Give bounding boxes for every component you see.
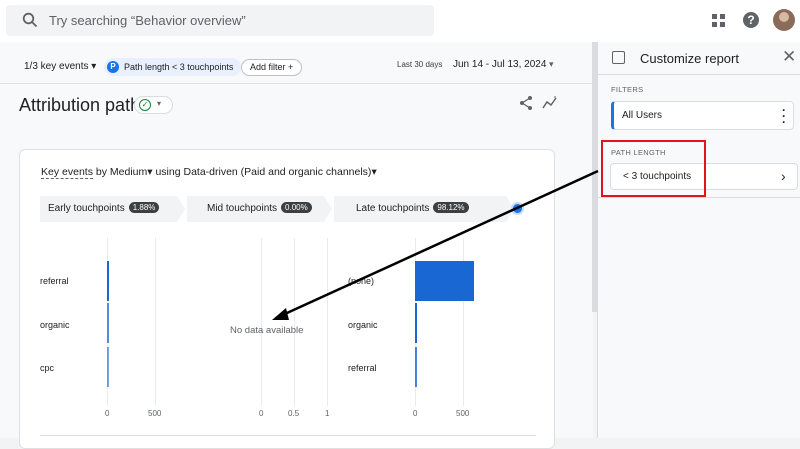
- avatar[interactable]: [773, 9, 795, 31]
- filter-chip-label: Path length < 3 touchpoints: [124, 62, 234, 72]
- plus-icon: +: [288, 62, 294, 72]
- touchpoint-stages: Early touchpoints 1.88% Mid touchpoints 0.…: [40, 196, 536, 222]
- selector-by-text: by: [95, 166, 107, 178]
- selector-using-text: using: [155, 166, 181, 178]
- early-grid-line: [155, 238, 156, 406]
- close-icon[interactable]: ✕: [782, 47, 796, 67]
- late-bar[interactable]: [415, 347, 417, 387]
- dropdown-arrow-icon: ▾: [91, 61, 97, 72]
- stage-mid[interactable]: Mid touchpoints 0.00%: [187, 196, 332, 222]
- panel-header: Customize report ✕: [598, 42, 800, 75]
- filter-bar: 1/3 key events ▾ P Path length < 3 touch…: [0, 42, 593, 84]
- mid-tick: 0: [259, 409, 264, 418]
- key-events-label: 1/3 key events: [24, 61, 89, 72]
- stage-selector-dot[interactable]: [511, 202, 524, 215]
- early-row-label: referral: [40, 276, 69, 286]
- date-range-picker[interactable]: Jun 14 - Jul 13, 2024: [453, 59, 546, 70]
- stage-label: Mid touchpoints: [207, 203, 278, 214]
- filter-badge-icon: P: [107, 61, 119, 73]
- early-bar[interactable]: [107, 347, 109, 387]
- medium-dropdown[interactable]: Medium: [110, 166, 147, 178]
- mid-tick: 0.5: [288, 409, 300, 418]
- early-row-label: cpc: [40, 363, 55, 373]
- add-filter-button[interactable]: Add filter +: [241, 59, 303, 76]
- late-bar[interactable]: [415, 261, 474, 301]
- late-tick: 500: [456, 409, 470, 418]
- key-events-dropdown[interactable]: 1/3 key events ▾: [24, 61, 96, 72]
- no-data-message: No data available: [230, 325, 304, 336]
- stage-badge: 98.12%: [433, 202, 468, 213]
- mid-grid-line: [261, 238, 262, 406]
- stage-badge: 1.88%: [129, 202, 160, 213]
- panel-title: Customize report: [640, 51, 739, 66]
- customize-report-icon: [612, 51, 625, 64]
- search-icon: [22, 12, 38, 28]
- add-filter-label: Add filter: [250, 62, 286, 72]
- dimension-selector: Key events by Medium▾ using Data-driven …: [41, 166, 377, 179]
- date-dropdown-icon[interactable]: ▾: [549, 59, 554, 70]
- share-icon[interactable]: [519, 95, 533, 111]
- stage-label: Late touchpoints: [356, 203, 430, 214]
- mid-grid-line: [327, 238, 328, 406]
- chevron-down-icon: ▾: [157, 99, 162, 108]
- stage-badge: 0.00%: [281, 202, 312, 213]
- late-row-label: (none): [348, 276, 375, 286]
- chevron-down-icon: ▾: [147, 166, 153, 178]
- stage-label: Early touchpoints: [48, 203, 125, 214]
- model-dropdown[interactable]: Data-driven (Paid and organic channels): [183, 166, 371, 178]
- key-events-selector[interactable]: Key events: [41, 166, 93, 179]
- early-bar[interactable]: [107, 303, 109, 343]
- late-row-label: referral: [348, 363, 377, 373]
- chevron-down-icon: ▾: [371, 166, 377, 178]
- search-placeholder: Try searching “Behavior overview”: [49, 13, 246, 28]
- more-vert-icon[interactable]: · · ·: [782, 104, 786, 128]
- stage-late[interactable]: Late touchpoints 98.12%: [334, 196, 514, 222]
- chevron-right-icon: ›: [781, 168, 786, 184]
- path-length-filter-chip[interactable]: P Path length < 3 touchpoints: [104, 58, 242, 76]
- top-bar: Try searching “Behavior overview” ?: [0, 0, 800, 42]
- late-tick: 0: [413, 409, 418, 418]
- late-bar[interactable]: [415, 303, 418, 343]
- status-dropdown[interactable]: ✓ ▾: [134, 96, 173, 114]
- apps-grid-icon[interactable]: [712, 14, 725, 27]
- filter-value: All Users: [622, 110, 663, 121]
- early-row-label: organic: [40, 320, 70, 330]
- page-title: Attribution paths: [19, 95, 150, 115]
- stage-early[interactable]: Early touchpoints 1.88%: [40, 196, 185, 222]
- highlight-box: [601, 140, 706, 197]
- customize-report-panel: Customize report ✕ FILTERS All Users · · ·…: [597, 42, 800, 438]
- filter-all-users[interactable]: All Users · · ·: [611, 101, 794, 130]
- check-circle-icon: ✓: [139, 99, 151, 111]
- report-main: 1/3 key events ▾ P Path length < 3 touch…: [0, 42, 593, 449]
- mid-tick: 1: [325, 409, 330, 418]
- late-row-label: organic: [348, 320, 378, 330]
- insights-icon[interactable]: [542, 96, 558, 110]
- card-divider: [40, 435, 536, 436]
- early-bar[interactable]: [107, 261, 109, 301]
- filters-section-label: FILTERS: [611, 85, 644, 94]
- attribution-paths-card: Key events by Medium▾ using Data-driven …: [19, 149, 555, 449]
- mid-grid-line: [294, 238, 295, 406]
- early-tick: 500: [148, 409, 162, 418]
- panel-divider: [598, 197, 800, 198]
- search-input[interactable]: Try searching “Behavior overview”: [6, 5, 434, 36]
- date-preset-label: Last 30 days: [397, 60, 443, 69]
- help-icon[interactable]: ?: [743, 12, 759, 28]
- early-tick: 0: [105, 409, 110, 418]
